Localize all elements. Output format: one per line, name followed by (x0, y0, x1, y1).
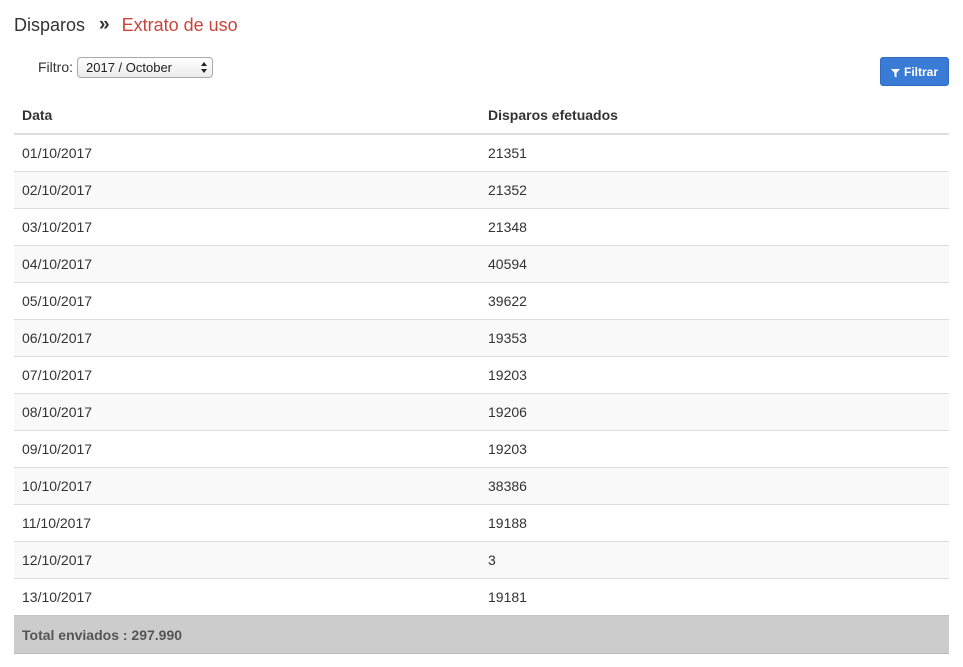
breadcrumb-separator: » (99, 14, 109, 35)
page-title: Extrato de uso (121, 14, 238, 35)
table-body: 01/10/2017 21351 02/10/2017 21352 03/10/2017… (14, 133, 949, 616)
cell-date: 06/10/2017 (14, 319, 480, 357)
table-row: 02/10/2017 21352 (14, 171, 949, 209)
period-select-value: 2017 / October (86, 59, 172, 75)
cell-date: 01/10/2017 (14, 133, 480, 172)
table-row: 03/10/2017 21348 (14, 208, 949, 246)
table-row: 11/10/2017 19188 (14, 504, 949, 542)
table-row: 08/10/2017 19206 (14, 393, 949, 431)
cell-count: 21348 (480, 208, 949, 246)
cell-count: 40594 (480, 245, 949, 283)
cell-count: 39622 (480, 282, 949, 320)
cell-count: 19353 (480, 319, 949, 357)
table-row: 09/10/2017 19203 (14, 430, 949, 468)
cell-date: 08/10/2017 (14, 393, 480, 431)
period-select[interactable]: 2017 / October (77, 56, 213, 78)
filter-button[interactable]: Filtrar (880, 57, 949, 86)
filter-label: Filtro: (38, 59, 73, 75)
cell-count: 38386 (480, 467, 949, 505)
table-header-row: Data Disparos efetuados (14, 96, 949, 135)
cell-date: 04/10/2017 (14, 245, 480, 283)
cell-count: 19188 (480, 504, 949, 542)
filter-button-label: Filtrar (903, 64, 938, 79)
cell-date: 11/10/2017 (14, 504, 480, 542)
column-header-date: Data (14, 96, 480, 135)
cell-count: 19181 (480, 578, 949, 616)
cell-date: 10/10/2017 (14, 467, 480, 505)
cell-count: 19203 (480, 430, 949, 468)
breadcrumb: Disparos » Extrato de uso (14, 12, 238, 38)
column-header-count: Disparos efetuados (480, 96, 949, 135)
table-row: 13/10/2017 19181 (14, 578, 949, 616)
table-row: 01/10/2017 21351 (14, 133, 949, 172)
breadcrumb-root[interactable]: Disparos (14, 15, 85, 36)
funnel-icon (890, 67, 900, 78)
cell-date: 05/10/2017 (14, 282, 480, 320)
cell-date: 12/10/2017 (14, 541, 480, 579)
table-row: 12/10/2017 3 (14, 541, 949, 579)
cell-date: 03/10/2017 (14, 208, 480, 246)
cell-date: 13/10/2017 (14, 578, 480, 616)
table-row: 07/10/2017 19203 (14, 356, 949, 394)
cell-count: 21351 (480, 133, 949, 172)
cell-count: 3 (480, 541, 949, 579)
table-footer-row: Total enviados : 297.990 (14, 615, 949, 654)
cell-count: 21352 (480, 171, 949, 209)
page: Disparos » Extrato de uso Filtro: 2017 /… (0, 0, 963, 667)
filter-row: Filtro: 2017 / October (38, 56, 213, 78)
cell-count: 19203 (480, 356, 949, 394)
table-row: 05/10/2017 39622 (14, 282, 949, 320)
table-row: 06/10/2017 19353 (14, 319, 949, 357)
table-row: 10/10/2017 38386 (14, 467, 949, 505)
total-sent: Total enviados : 297.990 (14, 615, 949, 654)
cell-date: 09/10/2017 (14, 430, 480, 468)
cell-date: 07/10/2017 (14, 356, 480, 394)
cell-count: 19206 (480, 393, 949, 431)
table-row: 04/10/2017 40594 (14, 245, 949, 283)
cell-date: 02/10/2017 (14, 171, 480, 209)
select-arrows-icon (200, 60, 208, 75)
usage-table: Data Disparos efetuados 01/10/2017 21351 0… (14, 96, 949, 654)
